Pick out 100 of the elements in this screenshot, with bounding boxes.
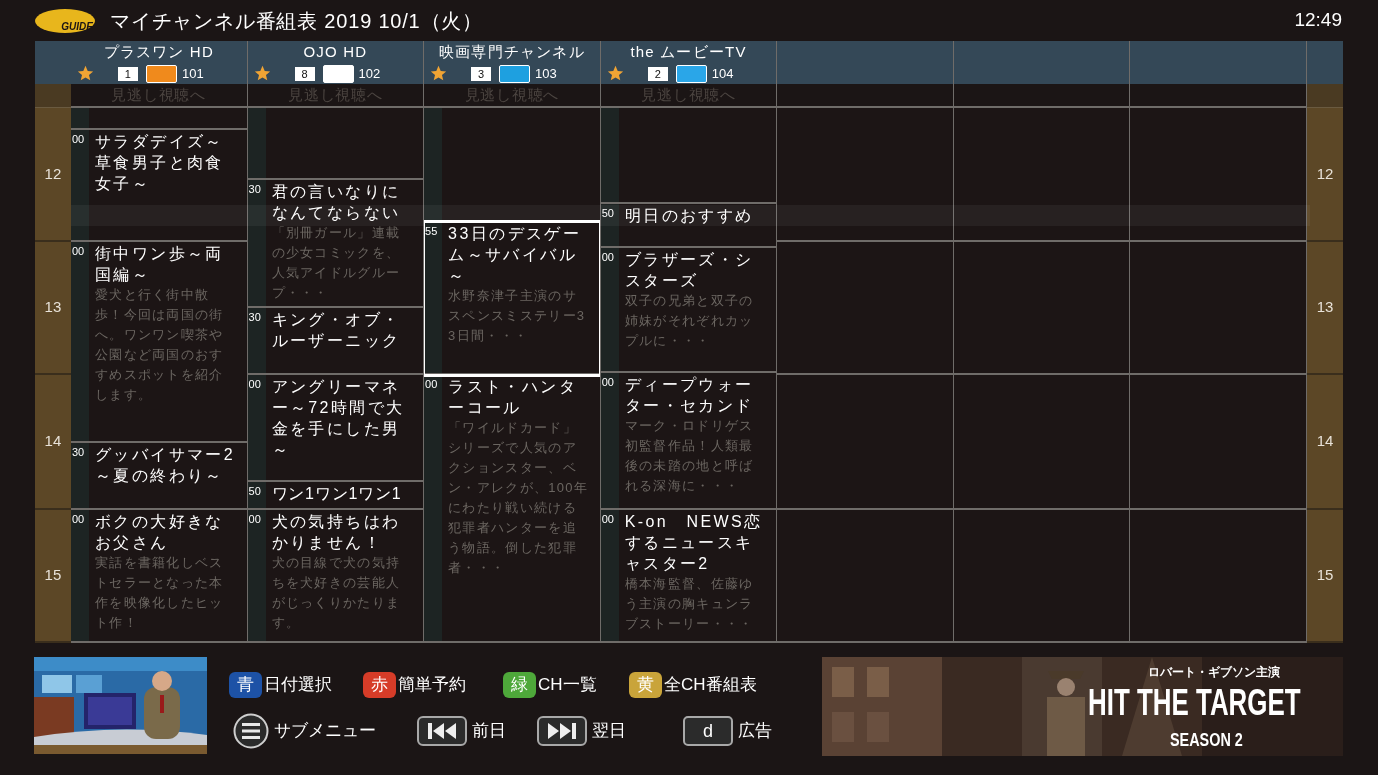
start-minute: 00 — [70, 245, 86, 257]
program-cell[interactable]: 00 ボクの大好きなお父さん 実話を書籍化しベストセラーとなった本作を映像化したヒット作！ — [70, 510, 247, 643]
program-cell[interactable]: 50 明日のおすすめ — [600, 204, 777, 248]
hour-cell: 12 — [1307, 108, 1343, 242]
program-cell[interactable]: 30 キング・オブ・ルーザーニック — [247, 308, 424, 375]
channel-name: プラスワン HD — [103, 43, 214, 61]
program-description: 「ワイルドカード」シリーズで人気のアクションスター、ベン・アレクが、100年にわたり戦い続ける犯罪者ハンターを追う物語。倒した犯罪者・・・ — [448, 419, 590, 577]
channel-number: 1 — [117, 66, 138, 81]
program-title: グッバイサマー2～夏の終わり～ — [94, 445, 237, 486]
start-minute: 00 — [70, 133, 86, 145]
channel-code: 102 — [358, 65, 381, 83]
key-label: 日付選択 — [264, 674, 332, 697]
program-title: キング・オブ・ルーザーニック — [271, 310, 402, 351]
program-cell[interactable]: 00 K-on NEWS恋するニュースキャスター2 橋本海監督、佐藤ゆう主演の胸キュンラブストーリー・・・ — [600, 510, 777, 643]
program-cell[interactable]: 50 ワン1ワン1ワン1 — [247, 482, 424, 510]
ad-headline: HIT THE TARGET — [1088, 683, 1301, 723]
hour-cell: 12 — [35, 108, 71, 242]
guide-logo: GUIDE — [35, 8, 95, 33]
key-label: 簡単予約 — [398, 674, 466, 697]
program-description: 水野奈津子主演のサスペンスミステリー33日間・・・ — [448, 287, 587, 345]
start-minute: 50 — [600, 207, 615, 219]
start-minute: 00 — [600, 513, 615, 525]
gutter-cell — [35, 84, 71, 108]
program-cell[interactable]: 00 ディープウォーター・セカンド マーク・ロドリゲス初監督作品！人類最後の未踏の地と呼ばれる深海に・・・ — [600, 373, 777, 510]
start-minute: 00 — [247, 378, 262, 390]
channel-logo — [145, 64, 177, 83]
program-title: ラスト・ハンターコール — [448, 377, 578, 418]
key-label: 広告 — [738, 720, 772, 743]
program-description: 双子の兄弟と双子の姉妹がそれぞれカップルに・・・ — [624, 292, 755, 350]
program-title: K-on NEWS恋するニュースキャスター2 — [624, 512, 764, 574]
program-cell[interactable]: 00 街中ワン歩～両国編～ 愛犬と行く街中散歩！今回は両国の街へ。ワンワン喫茶や公園など両国のおすすめスポットを紹介します。 — [70, 242, 247, 443]
skip-forward-icon — [537, 716, 587, 746]
clock-time: 12:49 — [1294, 8, 1342, 33]
channel-name: OJO HD — [303, 43, 368, 61]
hour-cell: 13 — [35, 242, 71, 375]
program-title: 33日のデスゲーム～サバイバル～ — [448, 224, 583, 286]
start-minute: 55 — [424, 225, 439, 237]
program-cell[interactable]: 00 サラダデイズ～草食男子と肉食女子～ — [70, 130, 247, 242]
channel-number: 3 — [471, 66, 492, 81]
channel-number: 2 — [647, 66, 668, 81]
channel-logo — [675, 64, 707, 83]
channel-name: the ムービーTV — [630, 43, 747, 61]
program-title: 犬の気持ちはわかりません！ — [271, 512, 402, 553]
key-label: 全CH番組表 — [664, 674, 757, 697]
channel-code: 104 — [711, 65, 734, 83]
key-label: 翌日 — [592, 720, 626, 743]
program-description: 犬の目線で犬の気持ちを犬好きの芸能人がじっくりかたります。 — [271, 554, 402, 632]
hour-cell: 13 — [1307, 242, 1343, 375]
program-description: 橋本海監督、佐藤ゆう主演の胸キュンラブストーリー・・・ — [624, 575, 755, 633]
ad-tagline: ロバート・ギブソン主演 — [1148, 664, 1280, 681]
program-description: マーク・ロドリゲス初監督作品！人類最後の未踏の地と呼ばれる深海に・・・ — [624, 417, 755, 495]
program-cell[interactable]: 00 ラスト・ハンターコール 「ワイルドカード」シリーズで人気のアクションスター、ベン・アレクが、100年にわたり戦い続ける犯罪者ハンターを追う物語。倒した犯罪者・・・ — [424, 375, 600, 643]
program-description: 愛犬と行く街中散歩！今回は両国の街へ。ワンワン喫茶や公園など両国のおすすめスポットを紹介します。 — [94, 286, 225, 404]
program-title: ボクの大好きなお父さん — [94, 512, 225, 553]
color-key[interactable]: 赤 — [363, 672, 396, 698]
channel-number: 8 — [294, 66, 315, 81]
start-minute: 50 — [247, 485, 262, 497]
program-title: ディープウォーター・セカンド — [624, 375, 755, 416]
ad-subtitle: SEASON 2 — [1170, 729, 1243, 752]
gutter-cell — [1307, 84, 1343, 108]
remote-key[interactable]: d — [683, 716, 733, 746]
program-description: 「別冊ガール」連載の少女コミックを、人気アイドルグループ・・・ — [271, 224, 402, 302]
channel-code: 103 — [535, 65, 557, 83]
start-minute: 00 — [424, 378, 439, 390]
program-cell[interactable]: 00 犬の気持ちはわかりません！ 犬の目線で犬の気持ちを犬好きの芸能人がじっくりかたります。 — [247, 510, 424, 643]
color-key[interactable]: 青 — [229, 672, 262, 698]
skip-back-icon — [417, 716, 467, 746]
program-cell[interactable]: 30 君の言いなりになんてならない 「別冊ガール」連載の少女コミックを、人気アイドルグループ・・・ — [247, 180, 424, 308]
channel-logo — [322, 64, 354, 83]
hour-cell: 14 — [1307, 375, 1343, 510]
program-cell[interactable]: 30 グッバイサマー2～夏の終わり～ — [70, 443, 247, 510]
program-title: 君の言いなりになんてならない — [271, 182, 402, 223]
key-label: サブメニュー — [274, 720, 376, 743]
start-minute: 30 — [70, 446, 86, 458]
hour-cell: 15 — [1307, 510, 1343, 643]
program-cell[interactable]: 00 ブラザーズ・シスターズ 双子の兄弟と双子の姉妹がそれぞれカップルに・・・ — [600, 248, 777, 373]
program-cell[interactable]: 55 33日のデスゲーム～サバイバル～ 水野奈津子主演のサスペンスミステリー33日間・・・ — [424, 222, 600, 375]
key-label: 前日 — [472, 720, 506, 743]
start-minute: 00 — [247, 513, 262, 525]
program-cell[interactable]: 00 アングリーマネー～72時間で大金を手にした男～ — [247, 375, 424, 482]
program-title: サラダデイズ～草食男子と肉食女子～ — [94, 132, 225, 194]
program-title: 街中ワン歩～両国編～ — [94, 244, 225, 285]
start-minute: 30 — [247, 311, 262, 323]
key-label: CH一覧 — [538, 674, 597, 697]
hour-cell: 15 — [35, 510, 71, 643]
program-title: ワン1ワン1ワン1 — [271, 484, 403, 504]
program-title: アングリーマネー～72時間で大金を手にした男～ — [271, 377, 406, 460]
guide-title: マイチャンネル番組表 2019 10/1（火） — [110, 8, 483, 34]
channel-logo — [499, 64, 531, 83]
menu-icon — [233, 713, 269, 749]
start-minute: 30 — [247, 183, 262, 195]
channel-code: 101 — [181, 65, 204, 83]
channel-name: 映画専門チャンネル — [439, 43, 585, 61]
hour-cell: 14 — [35, 375, 71, 510]
start-minute: 00 — [70, 513, 86, 525]
start-minute: 00 — [600, 251, 615, 263]
program-title: ブラザーズ・シスターズ — [624, 250, 755, 291]
start-minute: 00 — [600, 376, 615, 388]
program-title: 明日のおすすめ — [624, 206, 755, 226]
program-description: 実話を書籍化しベストセラーとなった本作を映像化したヒット作！ — [94, 554, 225, 632]
